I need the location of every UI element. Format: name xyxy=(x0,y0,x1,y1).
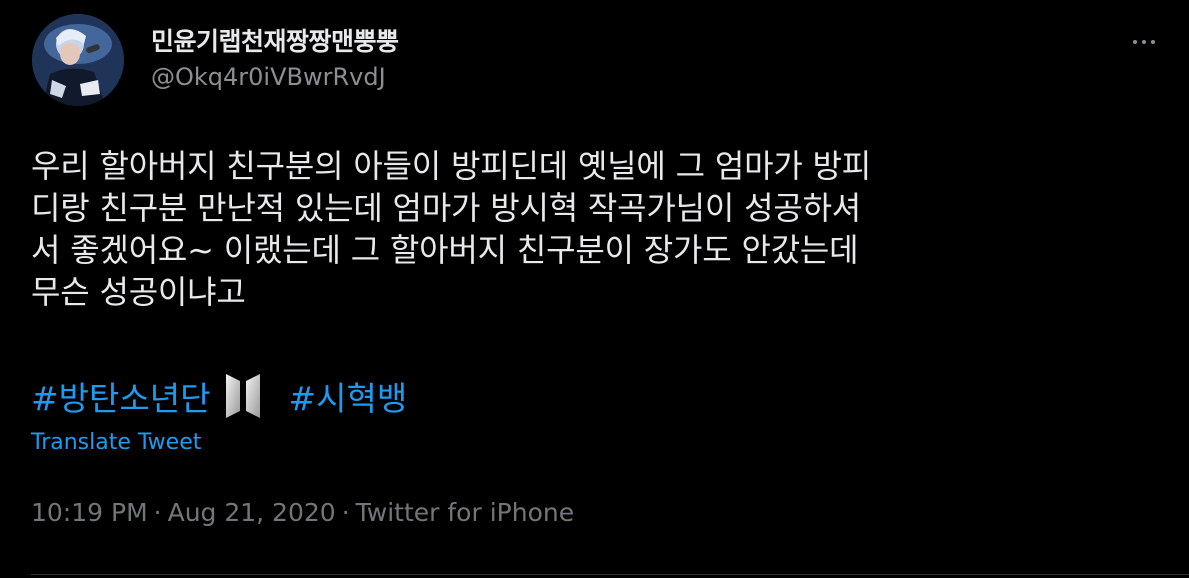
hashtag-link[interactable]: #방탄소년단 xyxy=(31,372,210,420)
tweet-text-line: 서 좋겠어요~ 이랬는데 그 할아버지 친구분이 장가도 안갔는데 xyxy=(31,231,859,269)
translate-tweet-link[interactable]: Translate Tweet xyxy=(31,430,201,455)
tweet-text: 우리 할아버지 친구분의 아들이 방피딘데 옛닐에 그 엄마가 방피 디랑 친구… xyxy=(31,145,1171,313)
more-icon-dot xyxy=(1151,40,1155,44)
bts-logo-icon xyxy=(224,372,262,420)
tweet-text-line: 우리 할아버지 친구분의 아들이 방피딘데 옛닐에 그 엄마가 방피 xyxy=(31,147,872,185)
more-icon-dot xyxy=(1142,40,1146,44)
hashtag-link[interactable]: #시혁뱅 xyxy=(288,372,407,420)
divider xyxy=(31,574,1189,575)
author-avatar[interactable] xyxy=(32,14,124,106)
tweet: 민윤기랩천재짱짱맨뿡뿡 @Okq4r0iVBwrRvdJ 우리 할아버지 친구분… xyxy=(0,0,1189,578)
tweet-text-line: 디랑 친구분 만난적 있는데 엄마가 방시혁 작곡가님이 성공하셔 xyxy=(31,189,862,227)
tweet-time[interactable]: 10:19 PM xyxy=(31,498,148,527)
meta-separator: · xyxy=(153,498,162,527)
tweet-date[interactable]: Aug 21, 2020 xyxy=(168,498,336,527)
hashtag-row: #방탄소년단 #시혁뱅 xyxy=(31,372,407,420)
tweet-metadata: 10:19 PM · Aug 21, 2020 · Twitter for iPhone xyxy=(31,498,574,527)
more-options-button[interactable] xyxy=(1124,22,1164,62)
author-display-name[interactable]: 민윤기랩천재짱짱맨뿡뿡 xyxy=(151,22,399,58)
meta-separator: · xyxy=(341,498,350,527)
tweet-source[interactable]: Twitter for iPhone xyxy=(356,498,574,527)
more-icon xyxy=(1133,40,1137,44)
tweet-text-line: 무슨 성공이냐고 xyxy=(31,273,246,311)
author-handle[interactable]: @Okq4r0iVBwrRvdJ xyxy=(151,63,386,91)
avatar-image xyxy=(32,14,124,106)
